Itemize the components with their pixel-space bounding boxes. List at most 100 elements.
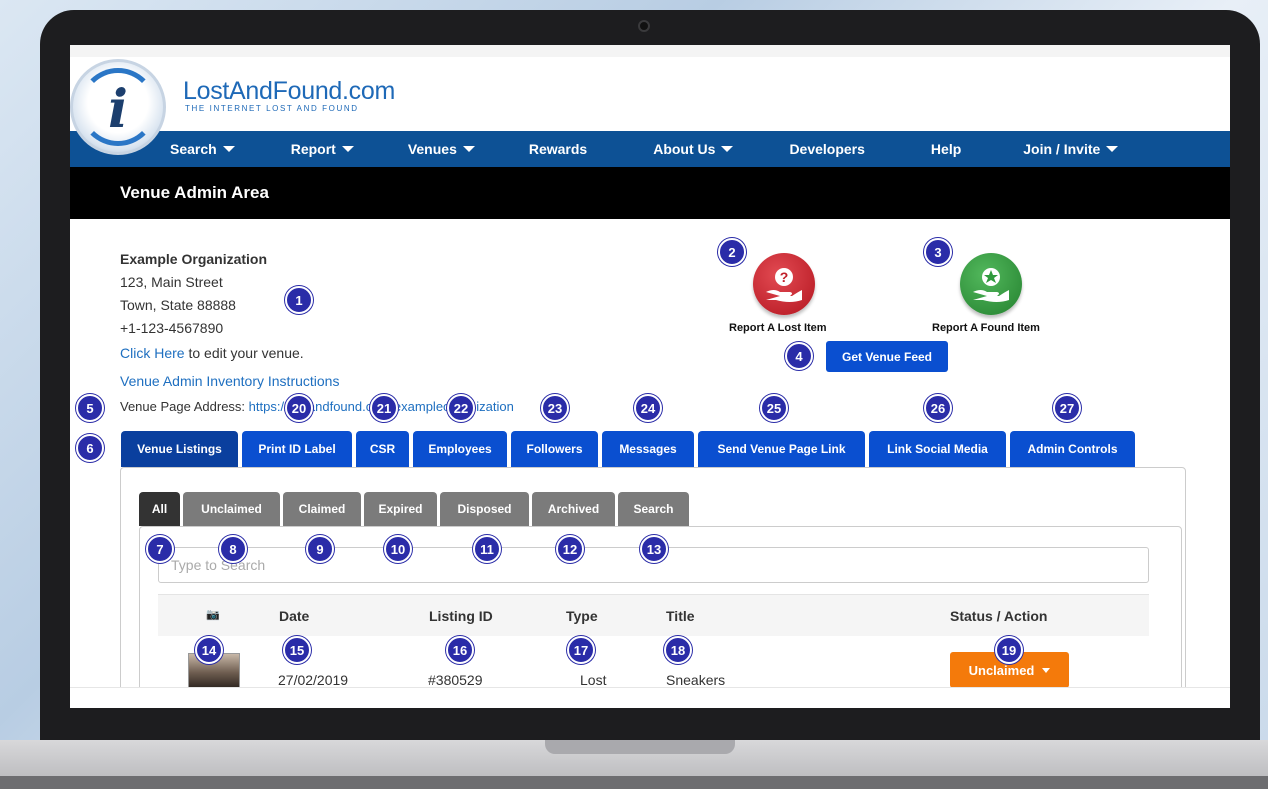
star-hand-icon [973,268,1009,302]
report-lost-label[interactable]: Report A Lost Item [729,322,827,334]
annotation-badge: 26 [924,394,952,422]
page-title: Venue Admin Area [120,183,269,202]
edit-venue-link[interactable]: Click Here [120,345,185,361]
nav-venues[interactable]: Venues [408,141,475,157]
laptop-base-edge [0,776,1268,789]
annotation-badge: 22 [447,394,475,422]
tab-link-social-media[interactable]: Link Social Media [869,431,1006,467]
get-venue-feed-button[interactable]: Get Venue Feed [826,341,948,372]
annotation-badge: 23 [541,394,569,422]
nav-label: Report [290,141,336,157]
nav-label: Rewards [528,141,588,157]
subtab-expired[interactable]: Expired [364,492,437,526]
annotation-badge: 21 [370,394,398,422]
annotation-badge: 14 [195,636,223,664]
annotation-badge: 3 [924,238,952,266]
annotation-badge: 27 [1053,394,1081,422]
brand-name[interactable]: LostAndFound.com [183,77,395,106]
subtab-disposed[interactable]: Disposed [440,492,529,526]
column-title[interactable]: Title [666,608,695,624]
question-hand-icon: ? [766,268,802,302]
report-found-label[interactable]: Report A Found Item [932,322,1040,334]
annotation-badge: 6 [76,434,104,462]
logo-letter: i [108,78,128,140]
annotation-badge: 15 [283,636,311,664]
chevron-down-icon [462,146,475,152]
inventory-instructions-link[interactable]: Venue Admin Inventory Instructions [120,373,339,389]
annotation-badge: 1 [285,286,313,314]
chevron-down-icon [1042,667,1051,673]
nav-about-us[interactable]: About Us [653,141,734,157]
listing-id-link[interactable]: #380529 [428,672,483,688]
report-lost-icon[interactable]: ? [753,253,815,315]
annotation-badge: 9 [306,535,334,563]
listing-type: Lost [580,672,607,688]
chevron-down-icon [222,146,235,152]
photo-column-icon: 📷 [206,609,220,621]
annotation-badge: 12 [556,535,584,563]
nav-search[interactable]: Search [170,141,235,157]
brand-tagline: THE INTERNET LOST AND FOUND [185,104,359,113]
annotation-badge: 2 [718,238,746,266]
nav-developers[interactable]: Developers [789,141,864,157]
report-found-icon[interactable] [960,253,1022,315]
venue-name: Example Organization [120,251,268,267]
listing-date: 27/02/2019 [278,672,349,688]
nav-report[interactable]: Report [291,141,354,157]
subtab-unclaimed[interactable]: Unclaimed [183,492,280,526]
tab-venue-listings[interactable]: Venue Listings [121,431,238,467]
nav-label: Help [930,141,962,157]
nav-label: Developers [789,141,865,157]
tab-print-id-label[interactable]: Print ID Label [242,431,352,467]
annotation-badge: 7 [146,535,174,563]
venue-address-line1: 123, Main Street [120,274,223,290]
tab-csr[interactable]: CSR [356,431,409,467]
annotation-badge: 10 [384,535,412,563]
annotation-badge: 16 [446,636,474,664]
tab-admin-controls[interactable]: Admin Controls [1010,431,1135,467]
edit-venue-suffix: to edit your venue. [184,345,304,361]
annotation-badge: 13 [640,535,668,563]
nav-label: About Us [653,141,716,157]
annotation-badge: 24 [634,394,662,422]
chevron-down-icon [341,146,354,152]
venue-tabs: Venue Listings Print ID Label CSR Employ… [121,431,1135,467]
annotation-badge: 4 [785,342,813,370]
nav-label: Join / Invite [1023,141,1101,157]
tab-messages[interactable]: Messages [602,431,694,467]
page-header: Venue Admin Area [70,167,1230,219]
venue-info: Example Organization 123, Main Street To… [120,248,267,340]
tab-followers[interactable]: Followers [511,431,598,467]
subtab-claimed[interactable]: Claimed [283,492,361,526]
main-nav: Search Report Venues Rewards About Us De… [70,131,1230,167]
svg-text:?: ? [780,269,789,285]
listing-title-link[interactable]: Sneakers [666,672,725,688]
nav-help[interactable]: Help [931,141,961,157]
venue-phone: +1-123-4567890 [120,320,224,336]
tab-employees[interactable]: Employees [413,431,507,467]
chevron-down-icon [721,146,734,152]
listing-status-label: Unclaimed [968,662,1035,678]
annotation-badge: 8 [219,535,247,563]
column-listing-id[interactable]: Listing ID [429,608,493,624]
site-logo-icon[interactable]: i [70,59,166,155]
annotation-badge: 20 [285,394,313,422]
listing-filter-tabs: All Unclaimed Claimed Expired Disposed A… [139,492,689,526]
nav-label: Venues [407,141,457,157]
annotation-badge: 11 [473,535,501,563]
screen-bottom-strip [70,687,1230,708]
annotation-badge: 17 [567,636,595,664]
annotation-badge: 25 [760,394,788,422]
column-status-action: Status / Action [950,608,1048,624]
subtab-archived[interactable]: Archived [532,492,615,526]
column-type[interactable]: Type [566,608,598,624]
nav-join-invite[interactable]: Join / Invite [1023,141,1119,157]
column-date[interactable]: Date [279,608,309,624]
subtab-all[interactable]: All [139,492,180,526]
subtab-search[interactable]: Search [618,492,689,526]
camera-icon [638,20,650,32]
annotation-badge: 19 [995,636,1023,664]
tab-send-venue-page-link[interactable]: Send Venue Page Link [698,431,865,467]
nav-rewards[interactable]: Rewards [529,141,587,157]
venue-page-address-label: Venue Page Address: [120,399,249,414]
